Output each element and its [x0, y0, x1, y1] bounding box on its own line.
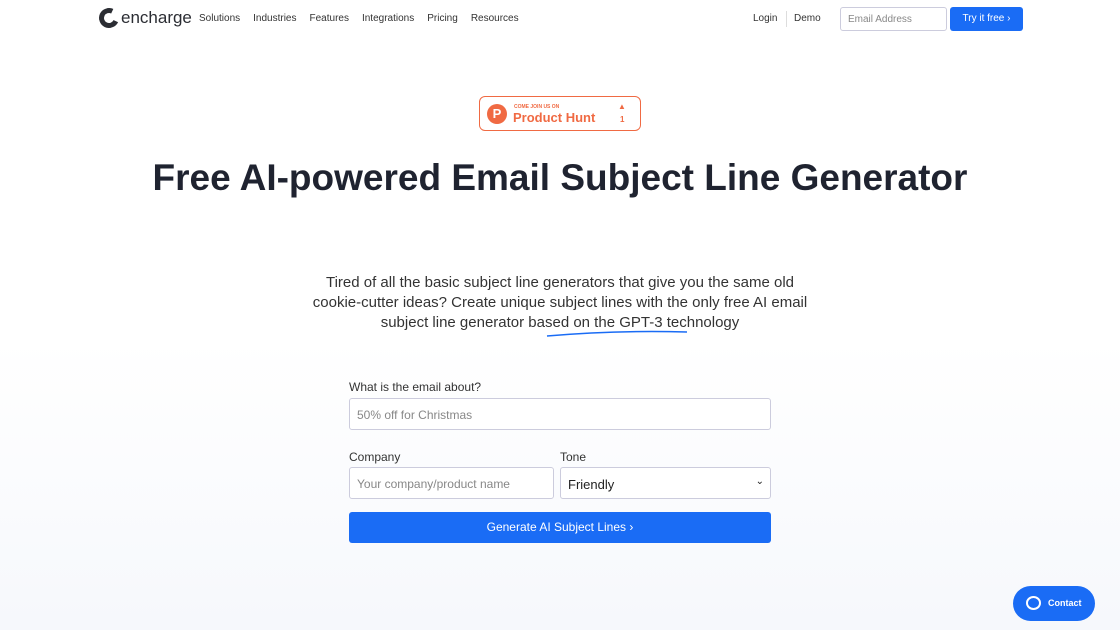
company-input[interactable]: Your company/product name [349, 467, 554, 499]
underline-decoration [546, 330, 688, 337]
chat-icon [1026, 596, 1041, 610]
brand-logo[interactable]: encharge [96, 5, 192, 31]
about-input[interactable]: 50% off for Christmas [349, 398, 771, 430]
product-hunt-badge[interactable]: P COME JOIN US ON Product Hunt ▲ 1 [479, 96, 641, 131]
email-input[interactable]: Email Address [840, 7, 947, 31]
company-label: Company [349, 450, 401, 464]
try-free-button[interactable]: Try it free › [950, 7, 1023, 31]
contact-label: Contact [1048, 598, 1082, 608]
brand-name: encharge [121, 8, 192, 27]
upvote-icon: ▲ [618, 102, 626, 111]
tone-select[interactable]: Friendly ⌄ [560, 467, 771, 499]
product-hunt-icon: P [487, 104, 507, 124]
nav-resources[interactable]: Resources [471, 13, 519, 24]
tone-value: Friendly [568, 477, 615, 492]
page-title: Free AI-powered Email Subject Line Gener… [152, 157, 968, 198]
demo-link[interactable]: Demo [794, 13, 821, 24]
logo-icon [96, 5, 122, 31]
nav-industries[interactable]: Industries [253, 13, 296, 24]
top-nav: encharge Solutions Industries Features I… [0, 0, 1120, 40]
nav-features[interactable]: Features [310, 13, 349, 24]
nav-pricing[interactable]: Pricing [427, 13, 458, 24]
tone-label: Tone [560, 450, 587, 464]
chevron-down-icon: ⌄ [755, 476, 764, 487]
login-link[interactable]: Login [753, 13, 777, 24]
page-subtitle: Tired of all the basic subject line gene… [312, 274, 808, 331]
nav-solutions[interactable]: Solutions [199, 13, 240, 24]
nav-integrations[interactable]: Integrations [362, 13, 414, 24]
upvote-count: 1 [620, 115, 625, 124]
divider [786, 11, 787, 27]
contact-button[interactable]: Contact [1013, 586, 1095, 621]
about-label: What is the email about? [349, 380, 482, 394]
generate-button[interactable]: Generate AI Subject Lines › [349, 512, 771, 543]
badge-title: Product Hunt [513, 110, 596, 125]
